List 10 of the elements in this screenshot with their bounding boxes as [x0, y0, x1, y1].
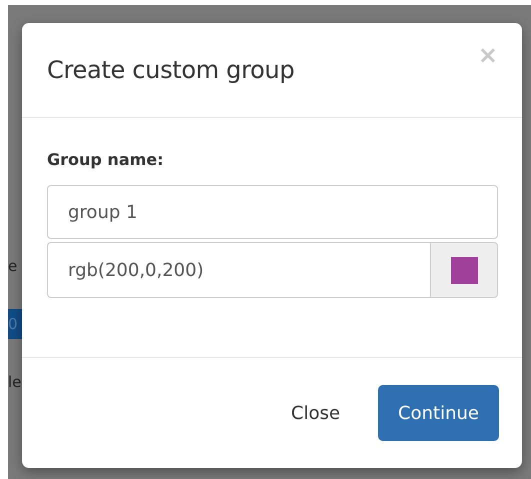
- background-text: 0: [8, 309, 22, 339]
- background-text: e: [8, 256, 18, 277]
- name-input-field[interactable]: group 1: [47, 185, 498, 239]
- background-text: le: [8, 372, 22, 393]
- continue-button[interactable]: Continue: [378, 385, 499, 441]
- field-label: Group name:: [47, 150, 164, 169]
- close-button[interactable]: Close: [271, 385, 360, 441]
- color-picker-button[interactable]: [430, 242, 498, 298]
- dialog-title: Create custom group: [47, 56, 294, 84]
- color-input-field[interactable]: rgb(200,0,200): [47, 242, 430, 298]
